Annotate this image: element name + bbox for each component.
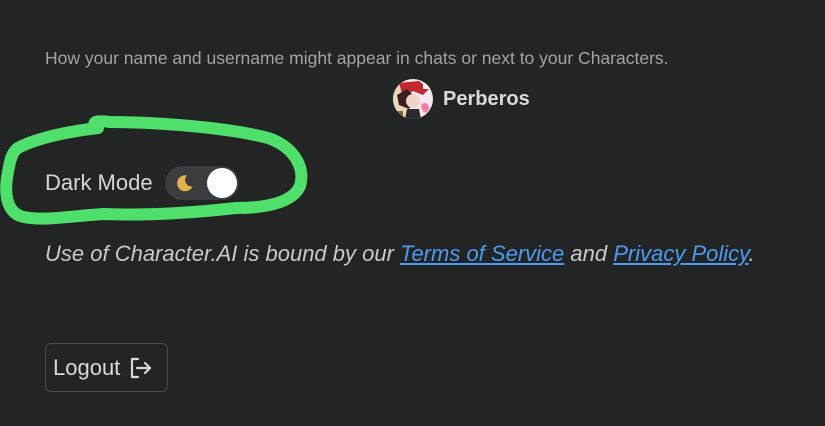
legal-suffix: . [748,241,755,266]
avatar [393,79,433,119]
dark-mode-setting: Dark Mode [45,166,239,200]
logout-button[interactable]: Logout [45,343,168,392]
terms-of-service-link[interactable]: Terms of Service [400,241,564,266]
legal-middle: and [564,241,614,266]
logout-icon [131,357,152,378]
profile-hint: How your name and username might appear … [45,48,669,68]
legal-prefix: Use of Character.AI is bound by our [45,241,401,266]
preview-name: Perberos [443,87,530,110]
toggle-knob [206,168,237,198]
moon-icon [176,175,193,192]
legal-notice: Use of Character.AI is bound by our Term… [45,241,755,267]
character-avatar-icon [393,79,433,119]
dark-mode-label: Dark Mode [45,170,153,195]
settings-page: How your name and username might appear … [0,0,825,426]
dark-mode-toggle[interactable] [164,166,239,200]
profile-preview: Perberos [393,79,530,119]
privacy-policy-link[interactable]: Privacy Policy [613,241,748,266]
logout-label: Logout [53,354,121,380]
